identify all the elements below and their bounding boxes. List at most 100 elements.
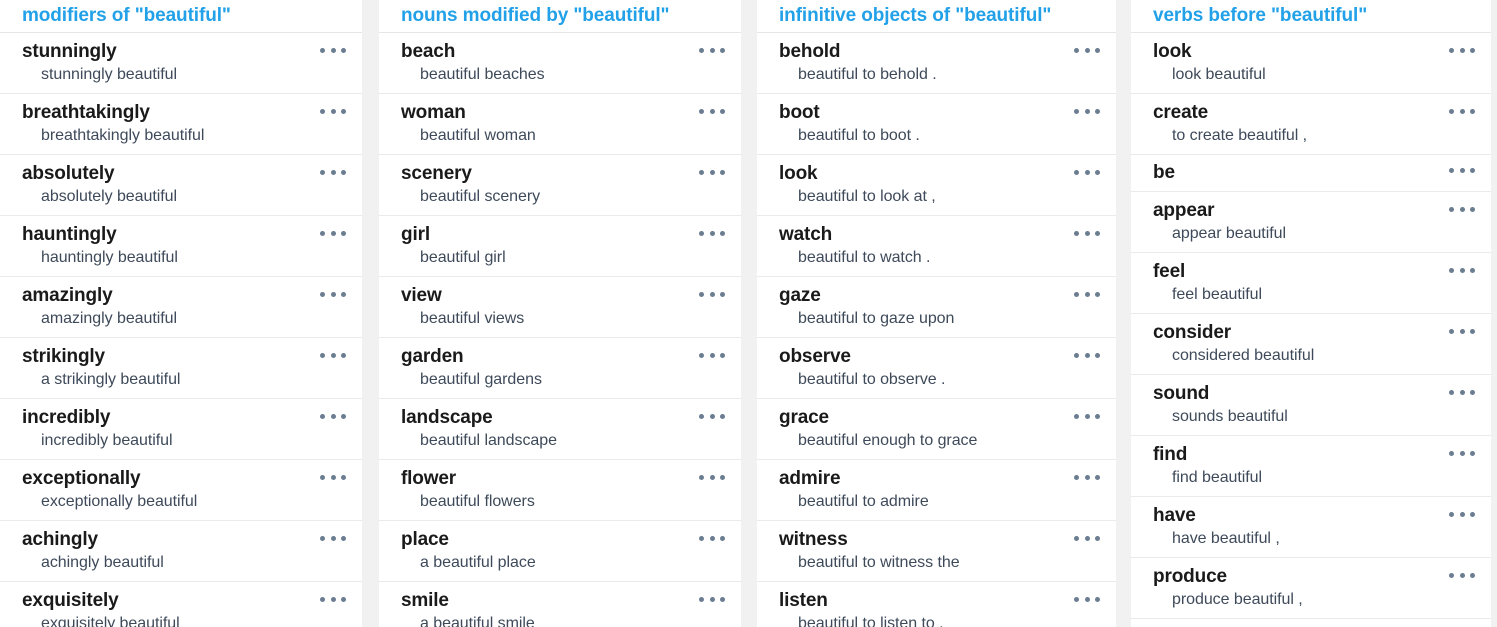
ellipsis-icon[interactable] (320, 413, 346, 419)
collocation-term-listen: listen (779, 590, 828, 611)
ellipsis-icon[interactable] (1449, 167, 1475, 173)
collocation-row[interactable]: create to create beautiful , (1131, 94, 1491, 155)
collocation-row[interactable]: strikingly a strikingly beautiful (0, 338, 362, 399)
ellipsis-icon[interactable] (320, 474, 346, 480)
ellipsis-icon[interactable] (699, 169, 725, 175)
ellipsis-icon[interactable] (1449, 328, 1475, 334)
collocation-example: incredibly beautiful (41, 432, 173, 449)
collocation-row[interactable]: listen beautiful to listen to . (757, 582, 1116, 627)
ellipsis-icon[interactable] (1449, 108, 1475, 114)
collocation-row[interactable]: smile a beautiful smile (379, 582, 741, 627)
ellipsis-icon[interactable] (1449, 47, 1475, 53)
collocation-row[interactable]: garden beautiful gardens (379, 338, 741, 399)
collocation-row[interactable]: gaze beautiful to gaze upon (757, 277, 1116, 338)
ellipsis-icon[interactable] (1449, 389, 1475, 395)
ellipsis-icon[interactable] (699, 352, 725, 358)
collocation-row[interactable]: amazingly amazingly beautiful (0, 277, 362, 338)
ellipsis-icon[interactable] (320, 291, 346, 297)
ellipsis-icon[interactable] (1449, 206, 1475, 212)
ellipsis-icon[interactable] (699, 230, 725, 236)
collocation-row[interactable]: place a beautiful place (379, 521, 741, 582)
ellipsis-icon[interactable] (1449, 572, 1475, 578)
ellipsis-icon[interactable] (320, 352, 346, 358)
collocation-row[interactable]: grace beautiful enough to grace (757, 399, 1116, 460)
collocation-row[interactable]: be (1131, 155, 1491, 192)
ellipsis-icon[interactable] (1449, 267, 1475, 273)
ellipsis-icon[interactable] (1074, 596, 1100, 602)
ellipsis-icon[interactable] (1074, 169, 1100, 175)
collocation-row[interactable]: staystay beautiful (1131, 619, 1491, 627)
collocation-row[interactable]: have have beautiful , (1131, 497, 1491, 558)
collocation-row[interactable]: witness beautiful to witness the (757, 521, 1116, 582)
ellipsis-icon[interactable] (699, 535, 725, 541)
ellipsis-icon[interactable] (1449, 450, 1475, 456)
ellipsis-icon[interactable] (1074, 108, 1100, 114)
ellipsis-icon[interactable] (320, 169, 346, 175)
ellipsis-icon[interactable] (320, 230, 346, 236)
collocation-term-breathtakingly: breathtakingly (22, 102, 150, 123)
ellipsis-icon[interactable] (320, 47, 346, 53)
collocation-row[interactable]: observe beautiful to observe . (757, 338, 1116, 399)
collocation-term-be: be (1153, 162, 1175, 183)
collocation-row[interactable]: boot beautiful to boot . (757, 94, 1116, 155)
collocation-row[interactable]: hauntingly hauntingly beautiful (0, 216, 362, 277)
collocation-term-strikingly: strikingly (22, 346, 105, 367)
collocation-example: absolutely beautiful (41, 188, 177, 205)
collocation-row[interactable]: landscape beautiful landscape (379, 399, 741, 460)
collocation-term-amazingly: amazingly (22, 285, 113, 306)
ellipsis-icon[interactable] (1074, 535, 1100, 541)
collocation-row[interactable]: look beautiful to look at , (757, 155, 1116, 216)
collocation-row[interactable]: achingly achingly beautiful (0, 521, 362, 582)
collocation-row[interactable]: stunningly stunningly beautiful (0, 33, 362, 94)
collocation-row[interactable]: incredibly incredibly beautiful (0, 399, 362, 460)
ellipsis-icon[interactable] (1074, 230, 1100, 236)
ellipsis-icon[interactable] (1074, 47, 1100, 53)
collocation-row[interactable]: breathtakingly breathtakingly beautiful (0, 94, 362, 155)
ellipsis-icon[interactable] (699, 47, 725, 53)
ellipsis-icon[interactable] (1449, 511, 1475, 517)
collocation-example: sounds beautiful (1172, 408, 1288, 425)
column-row-list-4: look look beautiful create to create beauti… (1131, 32, 1491, 627)
ellipsis-icon[interactable] (320, 596, 346, 602)
collocation-row[interactable]: look look beautiful (1131, 33, 1491, 94)
ellipsis-icon[interactable] (320, 108, 346, 114)
collocation-term-girl: girl (401, 224, 430, 245)
collocation-row[interactable]: beach beautiful beaches (379, 33, 741, 94)
column-title-1: modifiers of "beautiful" (0, 0, 362, 32)
ellipsis-icon[interactable] (1074, 291, 1100, 297)
collocation-row[interactable]: woman beautiful woman (379, 94, 741, 155)
collocation-row[interactable]: watch beautiful to watch . (757, 216, 1116, 277)
ellipsis-icon[interactable] (699, 413, 725, 419)
ellipsis-icon[interactable] (699, 291, 725, 297)
collocation-row[interactable]: absolutely absolutely beautiful (0, 155, 362, 216)
ellipsis-icon[interactable] (699, 596, 725, 602)
ellipsis-icon[interactable] (1074, 413, 1100, 419)
ellipsis-icon[interactable] (699, 474, 725, 480)
collocation-column-1: modifiers of "beautiful" stunningly stunni… (0, 0, 362, 627)
collocation-row[interactable]: behold beautiful to behold . (757, 33, 1116, 94)
collocation-row[interactable]: exquisitely exquisitely beautiful (0, 582, 362, 627)
collocation-row[interactable]: exceptionally exceptionally beautiful (0, 460, 362, 521)
collocation-example: beautiful to behold . (798, 66, 937, 83)
collocation-row[interactable]: girl beautiful girl (379, 216, 741, 277)
ellipsis-icon[interactable] (1074, 352, 1100, 358)
collocation-example: produce beautiful , (1172, 591, 1303, 608)
collocation-row[interactable]: produce produce beautiful , (1131, 558, 1491, 619)
collocation-row[interactable]: feel feel beautiful (1131, 253, 1491, 314)
collocation-row[interactable]: appear appear beautiful (1131, 192, 1491, 253)
collocation-row[interactable]: flower beautiful flowers (379, 460, 741, 521)
collocation-example: beautiful to admire (798, 493, 929, 510)
collocation-term-produce: produce (1153, 566, 1227, 587)
collocation-example: beautiful to gaze upon (798, 310, 955, 327)
ellipsis-icon[interactable] (320, 535, 346, 541)
ellipsis-icon[interactable] (699, 108, 725, 114)
collocation-row[interactable]: view beautiful views (379, 277, 741, 338)
collocation-row[interactable]: scenery beautiful scenery (379, 155, 741, 216)
collocation-row[interactable]: find find beautiful (1131, 436, 1491, 497)
collocation-row[interactable]: sound sounds beautiful (1131, 375, 1491, 436)
collocation-row[interactable]: consider considered beautiful (1131, 314, 1491, 375)
collocation-example: feel beautiful (1172, 286, 1263, 303)
collocation-board: modifiers of "beautiful" stunningly stunni… (0, 0, 1497, 627)
collocation-row[interactable]: admire beautiful to admire (757, 460, 1116, 521)
ellipsis-icon[interactable] (1074, 474, 1100, 480)
